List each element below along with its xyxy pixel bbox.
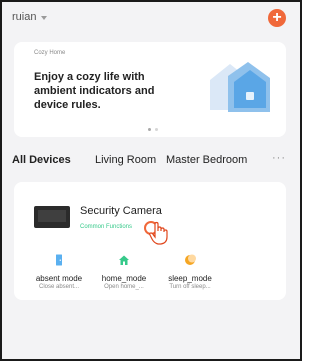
banner-tag: Cozy Home bbox=[34, 50, 66, 56]
tab-all-devices[interactable]: All Devices bbox=[12, 154, 71, 166]
scene-name: sleep_mode bbox=[168, 274, 212, 283]
home-icon bbox=[119, 255, 129, 265]
promo-banner[interactable]: Cozy Home Enjoy a cozy life with ambient… bbox=[14, 42, 286, 137]
scene-name: home_mode bbox=[101, 274, 147, 283]
tab-living-room[interactable]: Living Room bbox=[95, 154, 156, 166]
scene-home-mode[interactable]: home_mode Open home_... bbox=[89, 254, 159, 290]
device-name: Security Camera bbox=[80, 205, 162, 217]
carousel-dot[interactable] bbox=[155, 128, 158, 131]
device-card[interactable]: Security Camera Common Functions absent … bbox=[14, 182, 286, 300]
app-frame: ruian + Cozy Home Enjoy a cozy life with… bbox=[0, 0, 302, 361]
room-tabs: All Devices Living Room Master Bedroom ·… bbox=[2, 152, 300, 174]
tab-master-bedroom[interactable]: Master Bedroom bbox=[166, 154, 247, 166]
home-name: ruian bbox=[12, 11, 37, 23]
chevron-down-icon bbox=[41, 15, 48, 20]
add-button[interactable]: + bbox=[268, 9, 286, 27]
home-selector[interactable]: ruian bbox=[12, 11, 48, 23]
scene-desc: Open home_... bbox=[104, 284, 144, 290]
common-functions-link[interactable]: Common Functions bbox=[80, 224, 132, 230]
carousel-dot[interactable] bbox=[148, 128, 151, 131]
more-icon[interactable]: ··· bbox=[272, 152, 286, 164]
scene-desc: Turn off sleep... bbox=[169, 284, 211, 290]
carousel-dots bbox=[148, 128, 158, 131]
scene-desc: Close absent... bbox=[38, 284, 80, 290]
door-icon bbox=[56, 254, 62, 266]
house-illustration-icon bbox=[210, 62, 270, 112]
scene-name: absent mode bbox=[35, 274, 83, 283]
camera-thumbnail bbox=[34, 206, 70, 228]
header: ruian + bbox=[2, 2, 300, 38]
scene-sleep-mode[interactable]: sleep_mode Turn off sleep... bbox=[155, 254, 225, 290]
hand-cursor-icon bbox=[144, 221, 168, 245]
banner-text: Enjoy a cozy life with ambient indicator… bbox=[34, 71, 155, 111]
moon-icon bbox=[185, 254, 196, 265]
scene-absent-mode[interactable]: absent mode Close absent... bbox=[24, 254, 94, 290]
